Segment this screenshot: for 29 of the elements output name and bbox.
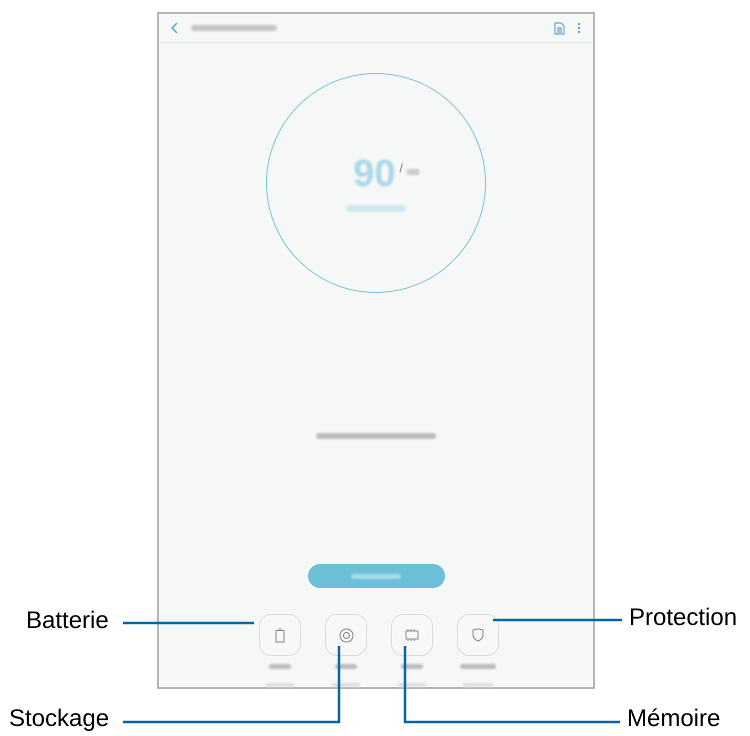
blurred-text bbox=[406, 168, 419, 174]
shield-icon bbox=[472, 628, 484, 642]
more-options-icon[interactable] bbox=[577, 22, 581, 34]
battery-icon bbox=[275, 628, 285, 642]
callout-label: Protection bbox=[629, 603, 738, 633]
blurred-text bbox=[269, 664, 291, 669]
blurred-text bbox=[460, 664, 496, 669]
battery-tile[interactable] bbox=[259, 614, 301, 656]
callout-label: Batterie bbox=[26, 606, 109, 636]
memory-tile[interactable] bbox=[391, 614, 433, 656]
blurred-text bbox=[398, 683, 426, 687]
blurred-text bbox=[401, 664, 423, 669]
storage-tile[interactable] bbox=[325, 614, 367, 656]
score-separator: / bbox=[399, 160, 403, 176]
callout-label: Stockage bbox=[9, 704, 110, 734]
document-icon[interactable] bbox=[554, 22, 565, 34]
blurred-text bbox=[351, 574, 401, 578]
score-value: 90 bbox=[353, 154, 396, 192]
security-tile[interactable] bbox=[457, 614, 499, 656]
chip-icon bbox=[404, 629, 420, 641]
back-icon[interactable] bbox=[171, 22, 179, 34]
disc-icon bbox=[338, 628, 354, 642]
blurred-text bbox=[346, 204, 406, 212]
blurred-text bbox=[463, 683, 493, 687]
callout-label: Mémoire bbox=[627, 704, 720, 734]
blurred-text bbox=[266, 683, 294, 687]
blurred-text bbox=[332, 683, 360, 687]
optimise-button[interactable] bbox=[308, 564, 444, 588]
blurred-text bbox=[335, 664, 357, 669]
